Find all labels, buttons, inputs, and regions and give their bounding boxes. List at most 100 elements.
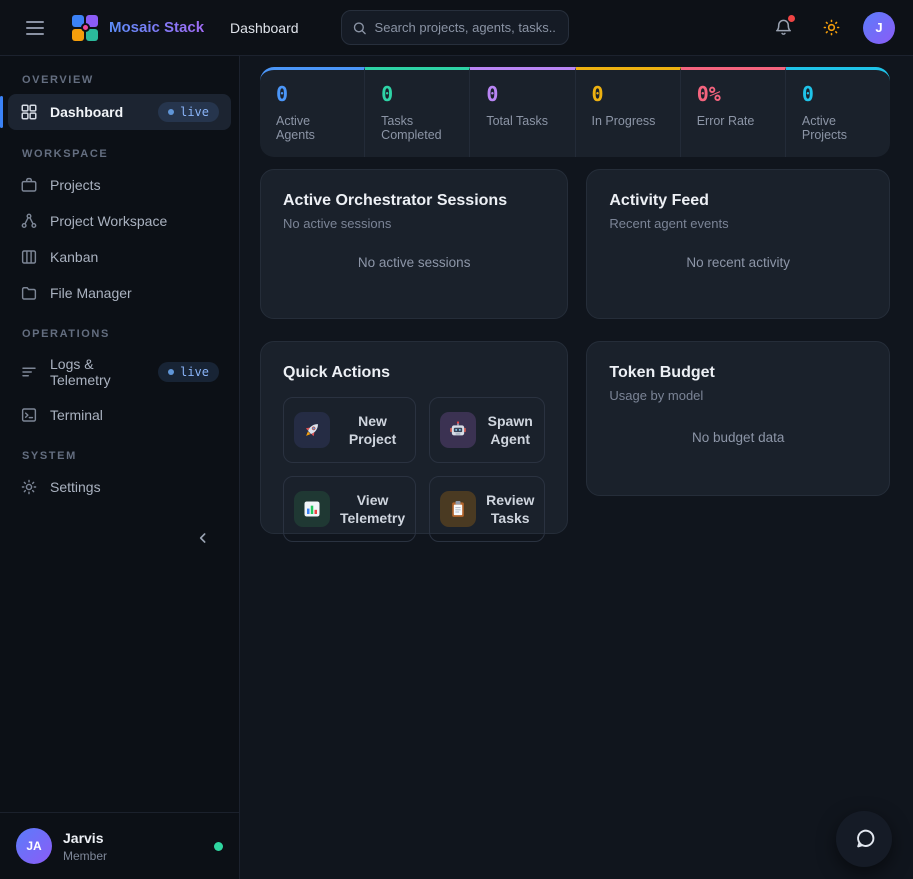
empty-state: No budget data <box>609 403 867 475</box>
empty-state: No active sessions <box>283 231 545 298</box>
sidebar-item-dashboard[interactable]: Dashboard live <box>8 94 231 130</box>
sidebar-item-label: Project Workspace <box>50 213 167 229</box>
section-label-overview: Overview <box>8 68 231 92</box>
kanban-icon <box>20 248 38 266</box>
stat-value: 0 <box>802 83 874 106</box>
live-badge: live <box>158 102 219 122</box>
search-icon <box>352 20 367 35</box>
section-label-system: System <box>8 444 231 468</box>
chat-bubble-icon <box>853 828 876 851</box>
sidebar-item-logs-telemetry[interactable]: Logs & Telemetry live <box>8 348 231 396</box>
sidebar-item-projects[interactable]: Projects <box>8 168 231 202</box>
sidebar-item-settings[interactable]: Settings <box>8 470 231 504</box>
stat-in-progress: 0 In Progress <box>576 67 681 157</box>
stat-label: Active Projects <box>802 114 874 142</box>
sidebar-item-label: Dashboard <box>50 104 123 120</box>
review-tasks-button[interactable]: Review Tasks <box>429 476 545 542</box>
stat-active-projects: 0 Active Projects <box>786 67 890 157</box>
sidebar-item-label: Projects <box>50 177 101 193</box>
card-subtitle: Recent agent events <box>609 216 867 231</box>
action-label: View Telemetry <box>340 491 405 527</box>
mosaic-logo-icon <box>72 15 98 41</box>
card-subtitle: No active sessions <box>283 216 545 231</box>
terminal-icon <box>20 406 38 424</box>
chart-icon <box>294 491 330 527</box>
card-title: Activity Feed <box>609 192 867 210</box>
sidebar-item-project-workspace[interactable]: Project Workspace <box>8 204 231 238</box>
clipboard-icon <box>440 491 476 527</box>
nodes-icon <box>20 212 38 230</box>
empty-state: No recent activity <box>609 231 867 298</box>
card-title: Token Budget <box>609 364 867 382</box>
main-content: 0 Active Agents 0 Tasks Completed 0 Tota… <box>240 56 913 879</box>
user-avatar-initials: JA <box>16 828 52 864</box>
section-label-workspace: Workspace <box>8 142 231 166</box>
stat-tasks-completed: 0 Tasks Completed <box>365 67 470 157</box>
stat-error-rate: 0% Error Rate <box>681 67 786 157</box>
sidebar-item-kanban[interactable]: Kanban <box>8 240 231 274</box>
logs-icon <box>20 363 38 381</box>
folder-icon <box>20 284 38 302</box>
card-title: Active Orchestrator Sessions <box>283 192 545 210</box>
grid-icon <box>20 103 38 121</box>
action-label: New Project <box>340 412 405 448</box>
rocket-icon <box>294 412 330 448</box>
stat-label: In Progress <box>592 114 664 128</box>
stat-label: Total Tasks <box>486 114 558 128</box>
stat-label: Active Agents <box>276 114 348 142</box>
user-panel[interactable]: JA Jarvis Member <box>0 812 239 879</box>
brand-name: Mosaic Stack <box>109 19 204 36</box>
sun-icon <box>822 18 841 37</box>
stat-value: 0 <box>276 83 348 106</box>
quick-actions-card: Quick Actions New Project Spawn Agent <box>260 341 568 534</box>
user-role: Member <box>63 849 107 863</box>
stats-row: 0 Active Agents 0 Tasks Completed 0 Tota… <box>260 67 890 157</box>
user-avatar[interactable]: J <box>863 12 895 44</box>
stat-active-agents: 0 Active Agents <box>260 67 365 157</box>
search <box>341 10 569 45</box>
brand[interactable]: Mosaic Stack <box>72 15 204 41</box>
activity-feed-card: Activity Feed Recent agent events No rec… <box>586 169 890 319</box>
breadcrumb: Dashboard <box>230 20 299 36</box>
menu-icon[interactable] <box>20 15 50 41</box>
sidebar-collapse-button[interactable] <box>189 524 217 552</box>
new-project-button[interactable]: New Project <box>283 397 416 463</box>
stat-label: Tasks Completed <box>381 114 453 142</box>
user-name: Jarvis <box>63 830 107 846</box>
card-title: Quick Actions <box>283 364 545 382</box>
stat-total-tasks: 0 Total Tasks <box>470 67 575 157</box>
top-header: Mosaic Stack Dashboard J <box>0 0 913 56</box>
action-label: Spawn Agent <box>486 412 534 448</box>
stat-label: Error Rate <box>697 114 769 128</box>
sidebar-item-label: Settings <box>50 479 101 495</box>
active-indicator <box>0 96 3 128</box>
live-badge: live <box>158 362 219 382</box>
robot-icon <box>440 412 476 448</box>
sidebar-item-label: File Manager <box>50 285 132 301</box>
sidebar-item-file-manager[interactable]: File Manager <box>8 276 231 310</box>
action-label: Review Tasks <box>486 491 534 527</box>
stat-value: 0% <box>697 83 769 106</box>
sidebar-item-label: Logs & Telemetry <box>50 356 146 388</box>
chat-fab-button[interactable] <box>836 811 892 867</box>
notification-dot <box>788 15 795 22</box>
chevron-left-icon <box>195 530 211 546</box>
sidebar-item-label: Terminal <box>50 407 103 423</box>
view-telemetry-button[interactable]: View Telemetry <box>283 476 416 542</box>
token-budget-card: Token Budget Usage by model No budget da… <box>586 341 890 496</box>
sidebar: Overview Dashboard live Workspace Projec… <box>0 56 240 879</box>
sidebar-item-terminal[interactable]: Terminal <box>8 398 231 432</box>
sidebar-item-label: Kanban <box>50 249 98 265</box>
spawn-agent-button[interactable]: Spawn Agent <box>429 397 545 463</box>
notifications-button[interactable] <box>767 12 799 44</box>
theme-toggle-button[interactable] <box>815 12 847 44</box>
stat-value: 0 <box>381 83 453 106</box>
card-subtitle: Usage by model <box>609 388 867 403</box>
gear-icon <box>20 478 38 496</box>
stat-value: 0 <box>486 83 558 106</box>
section-label-operations: Operations <box>8 322 231 346</box>
briefcase-icon <box>20 176 38 194</box>
online-status-dot <box>214 842 223 851</box>
search-input[interactable] <box>341 10 569 45</box>
stat-value: 0 <box>592 83 664 106</box>
